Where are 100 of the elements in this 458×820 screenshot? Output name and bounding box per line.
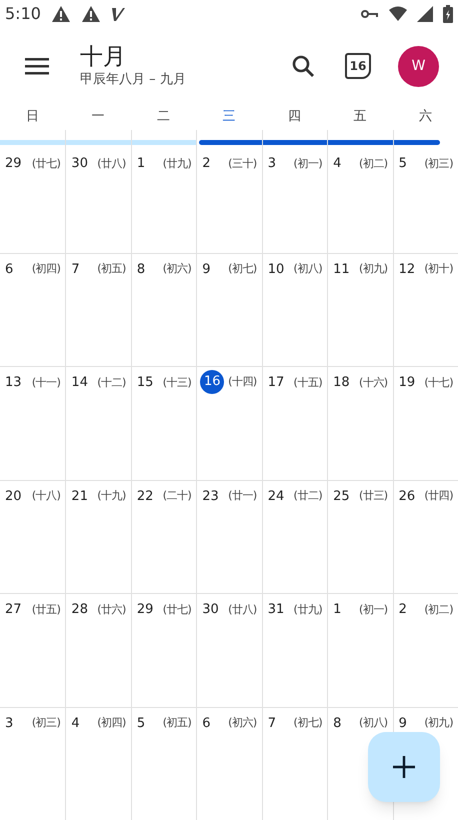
weekday-tab[interactable]: 二 xyxy=(130,104,196,130)
today-button[interactable]: 16 xyxy=(345,53,371,79)
weekday-tab[interactable]: 日 xyxy=(0,104,66,130)
weekday-tab[interactable]: 五 xyxy=(327,104,393,130)
date-number: 31 xyxy=(268,601,284,619)
lunar-date: (初四) xyxy=(97,715,126,731)
lunar-date: (初四) xyxy=(32,261,60,277)
date-number: 2 xyxy=(398,601,407,619)
lunar-date: (十四) xyxy=(228,374,257,390)
lunar-date: (初一) xyxy=(294,156,322,172)
lunar-date: (初六) xyxy=(228,715,257,731)
date-number: 7 xyxy=(71,260,80,278)
date-number: 4 xyxy=(71,714,80,732)
account-avatar[interactable]: W xyxy=(398,46,439,86)
date-number: 30 xyxy=(202,601,219,619)
lunar-date: (初八) xyxy=(294,261,322,277)
notification-icon xyxy=(110,6,125,22)
date-number: 29 xyxy=(136,601,154,619)
lunar-date: (廿五) xyxy=(32,602,60,618)
lunar-date: (十一) xyxy=(32,374,60,390)
date-number: 12 xyxy=(398,260,416,278)
lunar-date: (初六) xyxy=(162,261,192,277)
date-number: 5 xyxy=(136,714,146,732)
lunar-date: (初二) xyxy=(424,602,453,618)
lunar-date: (廿九) xyxy=(294,602,322,618)
lunar-date: (初二) xyxy=(358,156,388,172)
lunar-date: (初七) xyxy=(294,715,322,731)
date-number: 27 xyxy=(5,601,22,619)
lunar-date: (初一) xyxy=(358,602,388,618)
lunar-date: (初十) xyxy=(424,261,453,277)
lunar-date: (十六) xyxy=(358,374,388,390)
date-number: 29 xyxy=(5,155,22,173)
lunar-date: (初五) xyxy=(162,715,192,731)
lunar-date: (十八) xyxy=(32,488,60,504)
lunar-subtitle: 甲辰年八月 – 九月 xyxy=(80,71,186,89)
signal-icon xyxy=(417,6,433,22)
lunar-date: (廿八) xyxy=(228,602,257,618)
key-icon xyxy=(361,9,379,19)
battery-icon xyxy=(443,5,453,23)
date-number: 23 xyxy=(202,488,219,506)
lunar-date: (十九) xyxy=(97,488,126,504)
lunar-date: (初八) xyxy=(358,715,388,731)
date-number: 7 xyxy=(268,714,276,732)
date-number: 3 xyxy=(268,155,276,173)
lunar-date: (廿九) xyxy=(162,156,192,172)
lunar-date: (三十) xyxy=(228,156,257,172)
date-number: 1 xyxy=(136,155,146,173)
lunar-date: (初七) xyxy=(228,261,257,277)
date-number: 13 xyxy=(5,374,22,392)
weekday-tab[interactable]: 四 xyxy=(262,104,328,130)
date-number: 11 xyxy=(333,260,350,278)
date-number: 4 xyxy=(333,155,342,173)
month-title: 十月 xyxy=(80,43,127,71)
date-number: 9 xyxy=(202,260,211,278)
date-number: 25 xyxy=(333,488,350,506)
date-number: 2 xyxy=(202,155,211,173)
plus-icon xyxy=(393,756,415,778)
warning-icon xyxy=(80,5,101,23)
date-number: 26 xyxy=(398,488,416,506)
lunar-date: (廿二) xyxy=(294,488,322,504)
date-number: 14 xyxy=(71,374,88,392)
lunar-date: (廿三) xyxy=(358,488,388,504)
weekday-tab[interactable]: 三 xyxy=(196,104,262,130)
date-number: 21 xyxy=(71,488,88,506)
date-number: 17 xyxy=(268,374,284,392)
lunar-date: (初三) xyxy=(32,715,60,731)
date-number: 8 xyxy=(333,714,342,732)
lunar-date: (十五) xyxy=(294,374,322,390)
lunar-date: (十二) xyxy=(97,374,126,390)
search-icon xyxy=(291,54,315,78)
date-number: 15 xyxy=(136,374,154,392)
date-number: 10 xyxy=(268,260,284,278)
lunar-date: (廿六) xyxy=(97,602,126,618)
date-number: 19 xyxy=(398,374,416,392)
wifi-icon xyxy=(389,6,407,22)
date-number: 18 xyxy=(333,374,350,392)
lunar-date: (十七) xyxy=(424,374,453,390)
lunar-date: (初九) xyxy=(424,715,453,731)
date-number: 9 xyxy=(398,714,407,732)
weekday-tab[interactable]: 一 xyxy=(65,104,131,130)
lunar-date: (廿七) xyxy=(32,156,60,172)
warning-icon xyxy=(50,5,71,23)
add-event-button[interactable] xyxy=(368,732,440,802)
lunar-date: (二十) xyxy=(162,488,192,504)
weekday-tab[interactable]: 六 xyxy=(392,104,458,130)
date-number: 6 xyxy=(202,714,211,732)
lunar-date: (初九) xyxy=(358,261,388,277)
lunar-date: (廿四) xyxy=(424,488,453,504)
menu-icon xyxy=(25,57,49,75)
date-number: 22 xyxy=(136,488,154,506)
lunar-date: (初三) xyxy=(424,156,453,172)
date-number: 6 xyxy=(5,260,14,278)
today-date-marker: 16 xyxy=(200,370,224,394)
lunar-date: (廿一) xyxy=(228,488,257,504)
lunar-date: (十三) xyxy=(162,374,192,390)
date-number: 1 xyxy=(333,601,342,619)
date-number: 28 xyxy=(71,601,88,619)
date-number: 3 xyxy=(5,714,14,732)
date-number: 5 xyxy=(398,155,407,173)
lunar-date: (廿七) xyxy=(162,602,192,618)
